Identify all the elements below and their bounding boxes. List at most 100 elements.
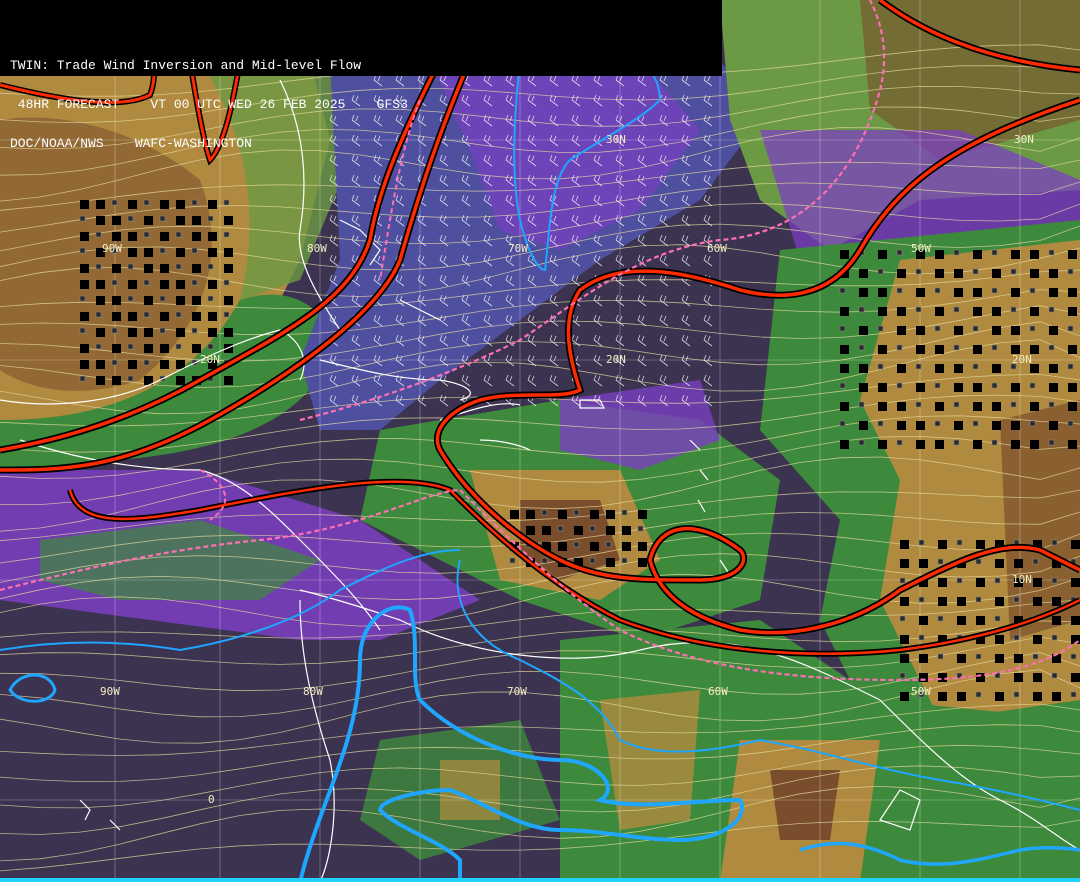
convection-marker	[840, 250, 849, 259]
convection-marker	[839, 287, 846, 294]
convection-marker	[877, 268, 884, 275]
convection-marker	[1049, 383, 1058, 392]
convection-marker	[953, 439, 960, 446]
convection-marker	[127, 375, 134, 382]
convection-marker	[995, 654, 1004, 663]
convection-marker	[1068, 250, 1077, 259]
convection-marker	[878, 250, 887, 259]
convection-marker	[573, 541, 580, 548]
convection-marker	[638, 542, 647, 551]
convection-marker	[1013, 634, 1020, 641]
convection-marker	[1030, 307, 1039, 316]
convection-marker	[916, 421, 925, 430]
convection-marker	[935, 250, 944, 259]
convection-marker	[896, 249, 903, 256]
convection-marker	[128, 248, 137, 257]
convection-marker	[878, 345, 887, 354]
convection-marker	[1030, 269, 1039, 278]
convection-marker	[994, 615, 1001, 622]
convection-marker	[992, 364, 1001, 373]
convection-marker	[207, 263, 214, 270]
convection-marker	[956, 577, 963, 584]
convection-marker	[899, 577, 906, 584]
lon-label-80w-bottom: 80W	[303, 685, 323, 698]
convection-marker	[896, 287, 903, 294]
convection-marker	[877, 420, 884, 427]
convection-marker	[991, 344, 998, 351]
convection-marker	[144, 344, 153, 353]
convection-marker	[638, 558, 647, 567]
convection-marker	[79, 375, 86, 382]
convection-marker	[144, 328, 153, 337]
convection-marker	[95, 231, 102, 238]
convection-marker	[1011, 250, 1020, 259]
convection-marker	[858, 344, 865, 351]
convection-marker	[208, 200, 217, 209]
convection-marker	[80, 360, 89, 369]
lon-label-60w-top: 60W	[707, 242, 727, 255]
convection-marker	[1068, 345, 1077, 354]
convection-marker	[973, 250, 982, 259]
convection-marker	[176, 248, 185, 257]
convection-marker	[975, 653, 982, 660]
convection-marker	[995, 692, 1004, 701]
convection-marker	[1030, 250, 1039, 259]
convection-marker	[191, 279, 198, 286]
convection-marker	[96, 296, 105, 305]
convection-marker	[1070, 653, 1077, 660]
convection-marker	[973, 307, 982, 316]
convection-marker	[80, 264, 89, 273]
convection-marker	[877, 325, 884, 332]
convection-marker	[839, 420, 846, 427]
convection-marker	[954, 421, 963, 430]
convection-marker	[916, 288, 925, 297]
convection-marker	[223, 279, 230, 286]
convection-marker	[175, 231, 182, 238]
convection-marker	[160, 360, 169, 369]
convection-marker	[541, 509, 548, 516]
convection-marker	[111, 359, 118, 366]
convection-marker	[973, 288, 982, 297]
convection-marker	[112, 376, 121, 385]
convection-marker	[957, 654, 966, 663]
convection-marker	[1010, 401, 1017, 408]
convection-marker	[840, 402, 849, 411]
convection-marker	[112, 216, 121, 225]
convection-marker	[558, 542, 567, 551]
convection-marker	[900, 635, 909, 644]
convection-marker	[112, 232, 121, 241]
convection-marker	[192, 216, 201, 225]
convection-marker	[526, 510, 535, 519]
convection-marker	[919, 559, 928, 568]
convection-marker	[995, 597, 1004, 606]
convection-marker	[223, 199, 230, 206]
convection-marker	[900, 559, 909, 568]
convection-marker	[557, 525, 564, 532]
convection-marker	[935, 307, 944, 316]
convection-marker	[176, 216, 185, 225]
convection-marker	[934, 325, 941, 332]
convection-marker	[1049, 326, 1058, 335]
convection-marker	[111, 327, 118, 334]
convection-marker	[622, 542, 631, 551]
convection-marker	[995, 559, 1004, 568]
convection-marker	[621, 557, 628, 564]
convection-marker	[972, 363, 979, 370]
convection-marker	[144, 296, 153, 305]
convection-marker	[1051, 577, 1058, 584]
convection-marker	[899, 672, 906, 679]
convection-marker	[1030, 440, 1039, 449]
convection-marker	[935, 269, 944, 278]
convection-marker	[96, 376, 105, 385]
convection-marker	[1033, 578, 1042, 587]
convection-marker	[176, 376, 185, 385]
convection-marker	[160, 200, 169, 209]
lon-label-70w-top: 70W	[508, 242, 528, 255]
convection-marker	[896, 382, 903, 389]
convection-marker	[638, 510, 647, 519]
convection-marker	[127, 295, 134, 302]
convection-marker	[95, 263, 102, 270]
convection-marker	[1014, 673, 1023, 682]
convection-marker	[897, 269, 906, 278]
convection-marker	[160, 312, 169, 321]
